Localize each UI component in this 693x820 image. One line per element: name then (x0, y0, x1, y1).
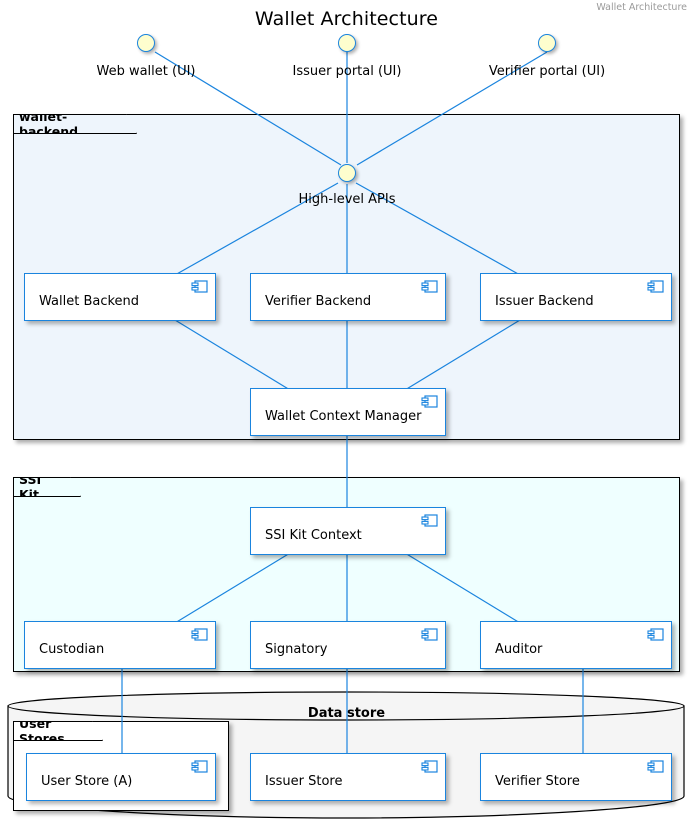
uml-component-icon (421, 628, 438, 641)
package-ssi-kit-tab: SSI Kit (13, 477, 81, 497)
uml-component-icon (421, 395, 438, 408)
interface-issuer-portal-ui[interactable] (338, 34, 356, 52)
uml-component-icon (191, 760, 208, 773)
component-issuer-backend-label: Issuer Backend (495, 294, 594, 309)
uml-component-icon (647, 280, 664, 293)
uml-component-icon (191, 280, 208, 293)
component-wallet-backend-label: Wallet Backend (39, 294, 140, 309)
component-wallet-context-manager[interactable]: Wallet Context Manager (250, 388, 446, 436)
package-ssi-kit-label: SSI Kit (19, 472, 42, 502)
diagram-title: Wallet Architecture (254, 8, 439, 30)
uml-component-icon (421, 514, 438, 527)
interface-high-level-apis-label: High-level APIs (298, 192, 396, 207)
package-user-stores-label: User Stores (19, 716, 65, 746)
component-signatory[interactable]: Signatory (250, 621, 446, 669)
interface-web-wallet-ui[interactable] (137, 34, 155, 52)
component-wallet-backend[interactable]: Wallet Backend (24, 273, 216, 321)
uml-component-icon (421, 760, 438, 773)
component-verifier-store-label: Verifier Store (495, 774, 580, 789)
component-issuer-store-label: Issuer Store (265, 774, 343, 789)
component-issuer-store[interactable]: Issuer Store (250, 753, 446, 801)
component-auditor-label: Auditor (495, 642, 543, 657)
uml-component-icon (421, 280, 438, 293)
uml-component-icon (647, 628, 664, 641)
component-ssi-kit-context[interactable]: SSI Kit Context (250, 507, 446, 555)
component-wallet-context-manager-label: Wallet Context Manager (265, 409, 422, 424)
component-ssi-kit-context-label: SSI Kit Context (265, 528, 362, 543)
component-signatory-label: Signatory (265, 642, 328, 657)
interface-verifier-portal-ui[interactable] (538, 34, 556, 52)
component-auditor[interactable]: Auditor (480, 621, 672, 669)
database-label: Data store (307, 706, 386, 721)
component-user-store-a[interactable]: User Store (A) (26, 753, 216, 801)
component-user-store-a-label: User Store (A) (41, 774, 133, 789)
interface-high-level-apis[interactable] (338, 164, 356, 182)
component-custodian-label: Custodian (39, 642, 105, 657)
package-wallet-backend-tab: wallet-backend (13, 114, 137, 134)
diagram-watermark: Wallet Architecture (596, 2, 687, 13)
component-custodian[interactable]: Custodian (24, 621, 216, 669)
interface-issuer-portal-ui-label: Issuer portal (UI) (292, 64, 402, 79)
interface-web-wallet-ui-label: Web wallet (UI) (96, 64, 196, 79)
component-verifier-backend-label: Verifier Backend (265, 294, 372, 309)
package-wallet-backend-label: wallet-backend (19, 109, 79, 139)
component-issuer-backend[interactable]: Issuer Backend (480, 273, 672, 321)
interface-verifier-portal-ui-label: Verifier portal (UI) (488, 64, 606, 79)
package-user-stores-tab: User Stores (13, 721, 103, 741)
component-verifier-backend[interactable]: Verifier Backend (250, 273, 446, 321)
diagram-canvas: Wallet Architecture Wallet Architecture … (0, 0, 693, 820)
uml-component-icon (191, 628, 208, 641)
uml-component-icon (647, 760, 664, 773)
component-verifier-store[interactable]: Verifier Store (480, 753, 672, 801)
